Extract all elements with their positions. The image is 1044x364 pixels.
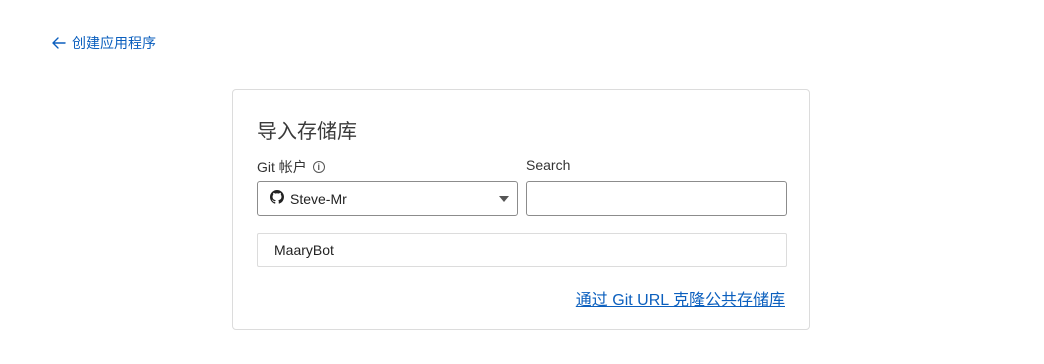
git-account-label: Git 帐户 i	[257, 157, 325, 177]
card-title: 导入存储库	[257, 121, 357, 143]
arrow-left-icon	[52, 37, 66, 49]
repository-name: MaaryBot	[274, 242, 334, 258]
git-account-label-text: Git 帐户	[257, 159, 307, 175]
import-repository-card: 导入存储库 Git 帐户 i Search Steve-Mr MaaryBot …	[232, 89, 810, 330]
clone-via-git-url-link[interactable]: 通过 Git URL 克隆公共存储库	[576, 286, 785, 310]
caret-down-icon	[499, 196, 509, 202]
search-label: Search	[526, 157, 570, 173]
info-icon[interactable]: i	[312, 161, 325, 173]
repository-list-item[interactable]: MaaryBot	[257, 233, 787, 267]
github-icon	[270, 190, 284, 207]
back-link-label: 创建应用程序	[72, 35, 156, 51]
git-account-value: Steve-Mr	[290, 190, 347, 207]
back-link[interactable]: 创建应用程序	[52, 33, 156, 53]
search-label-text: Search	[526, 157, 571, 173]
search-input[interactable]	[526, 181, 787, 216]
git-account-select[interactable]: Steve-Mr	[257, 181, 518, 216]
